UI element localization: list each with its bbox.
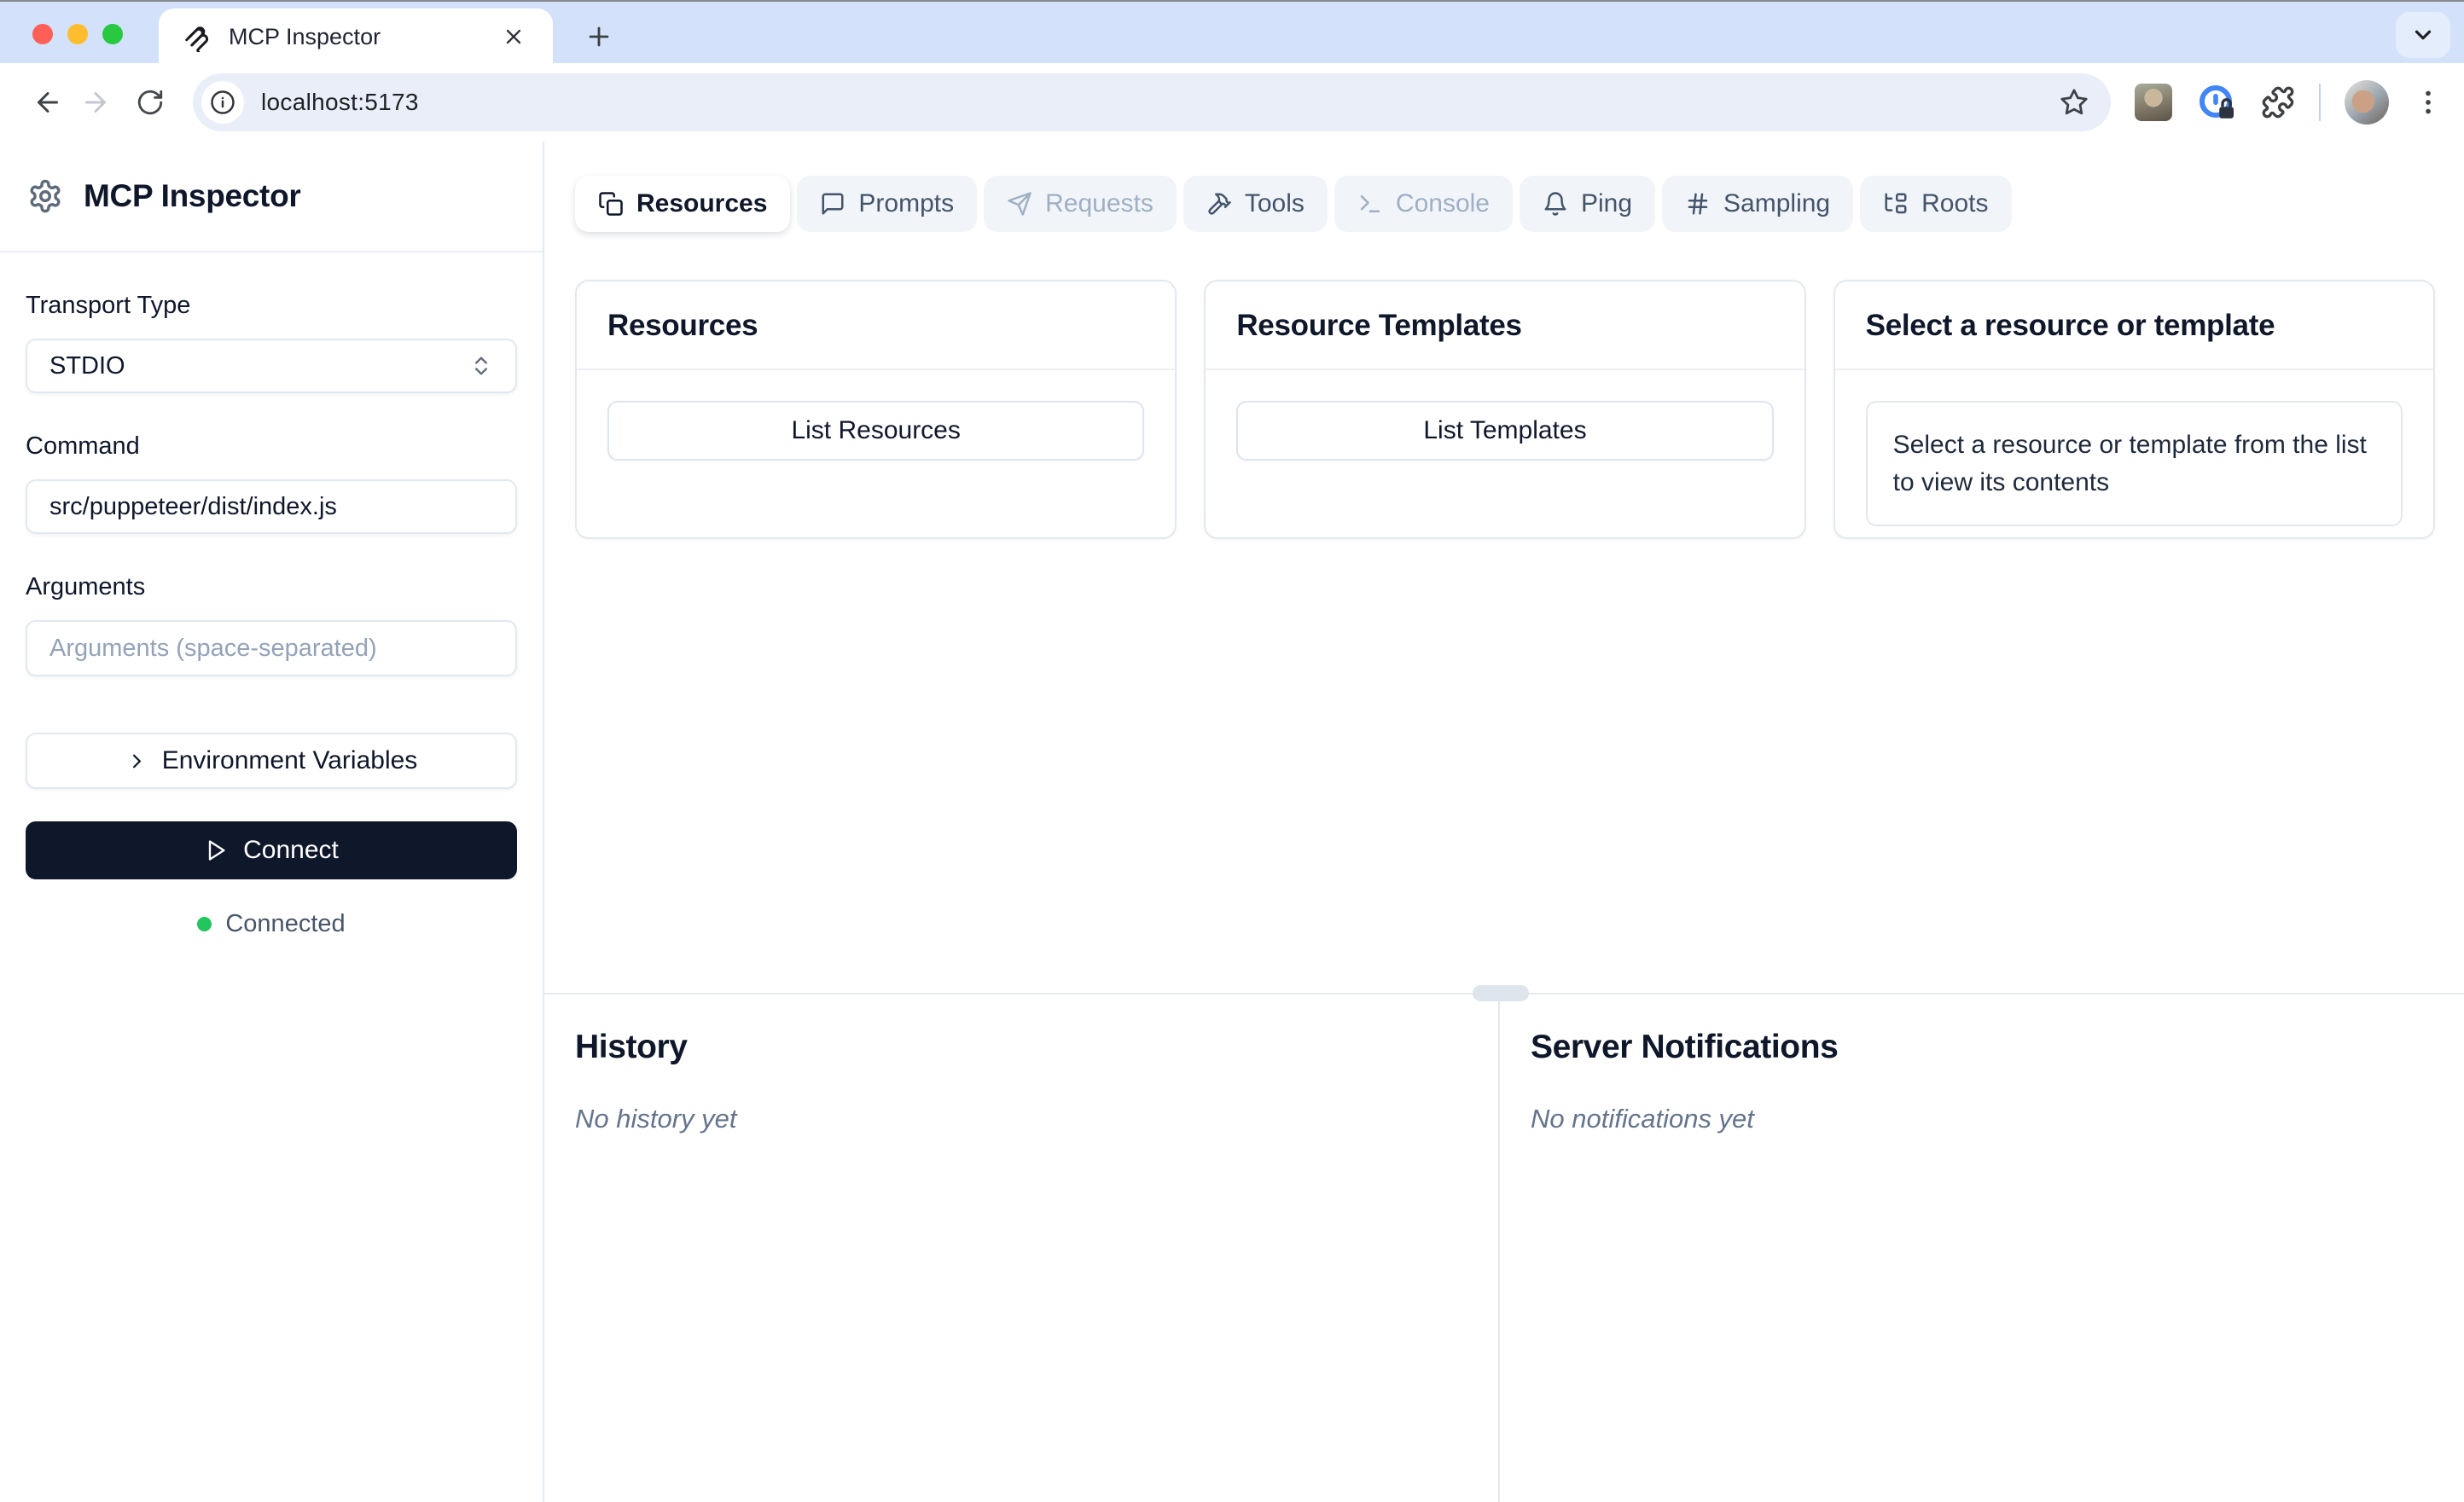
top-pane: Resources Prompts Requests Tools Console [544, 142, 2464, 993]
gear-icon [27, 178, 63, 214]
resource-preview-card: Select a resource or template Select a r… [1833, 280, 2435, 539]
tabs-list: Resources Prompts Requests Tools Console [575, 176, 2435, 232]
server-notifications-pane: Server Notifications No notifications ye… [1500, 995, 2464, 1502]
environment-variables-button[interactable]: Environment Variables [26, 733, 517, 789]
tab-label: Tools [1244, 189, 1305, 217]
new-tab-button[interactable] [575, 14, 623, 60]
tab-prompts[interactable]: Prompts [797, 176, 978, 232]
tab-title: MCP Inspector [229, 23, 381, 49]
arguments-input[interactable] [26, 620, 517, 676]
notifications-empty-text: No notifications yet [1531, 1104, 1754, 1134]
tab-label: Resources [636, 189, 768, 217]
hammer-icon [1208, 193, 1231, 215]
resource-templates-card: Resource Templates List Templates [1204, 280, 1806, 539]
connection-status: Connected [26, 910, 517, 938]
transport-type-label: Transport Type [26, 292, 191, 319]
window-controls [32, 24, 123, 44]
environment-variables-label: Environment Variables [161, 746, 418, 774]
resource-preview-card-title: Select a resource or template [1865, 309, 2275, 342]
sidebar: MCP Inspector Transport Type STDIO Comma… [0, 142, 544, 1502]
resources-card-title: Resources [607, 309, 758, 342]
files-icon [599, 192, 623, 216]
bookmark-star-icon[interactable] [2060, 88, 2089, 117]
chevrons-up-down-icon [469, 354, 493, 378]
main-content: Resources Prompts Requests Tools Console [544, 142, 2464, 1502]
arguments-label: Arguments [26, 573, 146, 600]
status-text: Connected [225, 910, 346, 937]
status-dot-icon [197, 917, 212, 931]
tab-console[interactable]: Console [1334, 176, 1513, 232]
list-templates-button[interactable]: List Templates [1236, 401, 1774, 461]
tab-label: Roots [1921, 189, 1989, 217]
hash-icon [1688, 193, 1708, 215]
browser-tab[interactable]: MCP Inspector [159, 9, 553, 65]
cards-row: Resources List Resources Resource Templa… [575, 280, 2435, 539]
tab-label: Prompts [858, 189, 955, 217]
password-manager-icon[interactable] [2196, 82, 2237, 123]
url-text: localhost:5173 [261, 89, 419, 115]
connect-button[interactable]: Connect [26, 821, 517, 879]
browser-toolbar: localhost:5173 [0, 63, 2464, 142]
resource-templates-card-title: Resource Templates [1236, 309, 1522, 342]
tab-label: Requests [1045, 189, 1154, 217]
tab-resources[interactable]: Resources [575, 176, 791, 232]
reload-button[interactable] [126, 78, 174, 126]
chevron-right-icon [125, 750, 148, 773]
pane-resize-handle[interactable] [1473, 985, 1529, 1001]
bell-icon [1544, 192, 1566, 216]
tab-search-chevron-button[interactable] [2396, 12, 2450, 58]
resources-card: Resources List Resources [575, 280, 1177, 539]
command-label: Command [26, 432, 140, 460]
extension-avatar-icon[interactable] [2135, 84, 2172, 121]
window-zoom-button[interactable] [102, 24, 123, 44]
horizontal-pane-divider [544, 985, 2464, 1001]
transport-type-value: STDIO [49, 351, 125, 380]
transport-type-select[interactable]: STDIO [26, 339, 517, 393]
tab-requests[interactable]: Requests [984, 176, 1177, 232]
folder-tree-icon [1885, 193, 1907, 214]
server-notifications-title: Server Notifications [1531, 1029, 1839, 1065]
tab-label: Sampling [1723, 189, 1831, 217]
list-resources-button[interactable]: List Resources [607, 401, 1145, 461]
resource-preview-message: Select a resource or template from the l… [1865, 401, 2403, 526]
command-input[interactable] [26, 479, 517, 534]
terminal-icon [1360, 195, 1380, 212]
history-pane: History No history yet [544, 995, 1498, 1502]
window-minimize-button[interactable] [67, 24, 88, 44]
back-button[interactable] [24, 78, 72, 126]
toolbar-divider [2319, 84, 2321, 121]
message-square-icon [822, 193, 844, 215]
tab-close-icon[interactable] [497, 20, 531, 54]
tab-tools[interactable]: Tools [1183, 176, 1328, 232]
url-bar[interactable]: localhost:5173 [193, 73, 2111, 131]
toolbar-extensions-area [2135, 80, 2444, 125]
bottom-pane: History No history yet Server Notificati… [544, 995, 2464, 1502]
mcp-logo-icon [181, 21, 212, 52]
app-title: MCP Inspector [84, 178, 301, 213]
tab-ping[interactable]: Ping [1520, 176, 1656, 232]
history-title: History [575, 1029, 688, 1065]
browser-menu-icon[interactable] [2413, 87, 2444, 118]
profile-avatar[interactable] [2345, 80, 2389, 125]
window-close-button[interactable] [32, 24, 53, 44]
send-icon [1008, 192, 1032, 216]
play-icon [204, 838, 228, 862]
connect-label: Connect [243, 836, 339, 864]
tab-sampling[interactable]: Sampling [1662, 176, 1854, 232]
tab-label: Ping [1581, 189, 1633, 217]
browser-tab-bar: MCP Inspector [0, 0, 2464, 65]
tab-label: Console [1395, 189, 1490, 217]
history-empty-text: No history yet [575, 1104, 737, 1134]
tab-roots[interactable]: Roots [1860, 176, 2012, 232]
site-info-icon[interactable] [201, 81, 244, 124]
forward-button[interactable] [72, 78, 119, 126]
sidebar-header: MCP Inspector [0, 142, 543, 252]
extensions-puzzle-icon[interactable] [2261, 85, 2295, 119]
